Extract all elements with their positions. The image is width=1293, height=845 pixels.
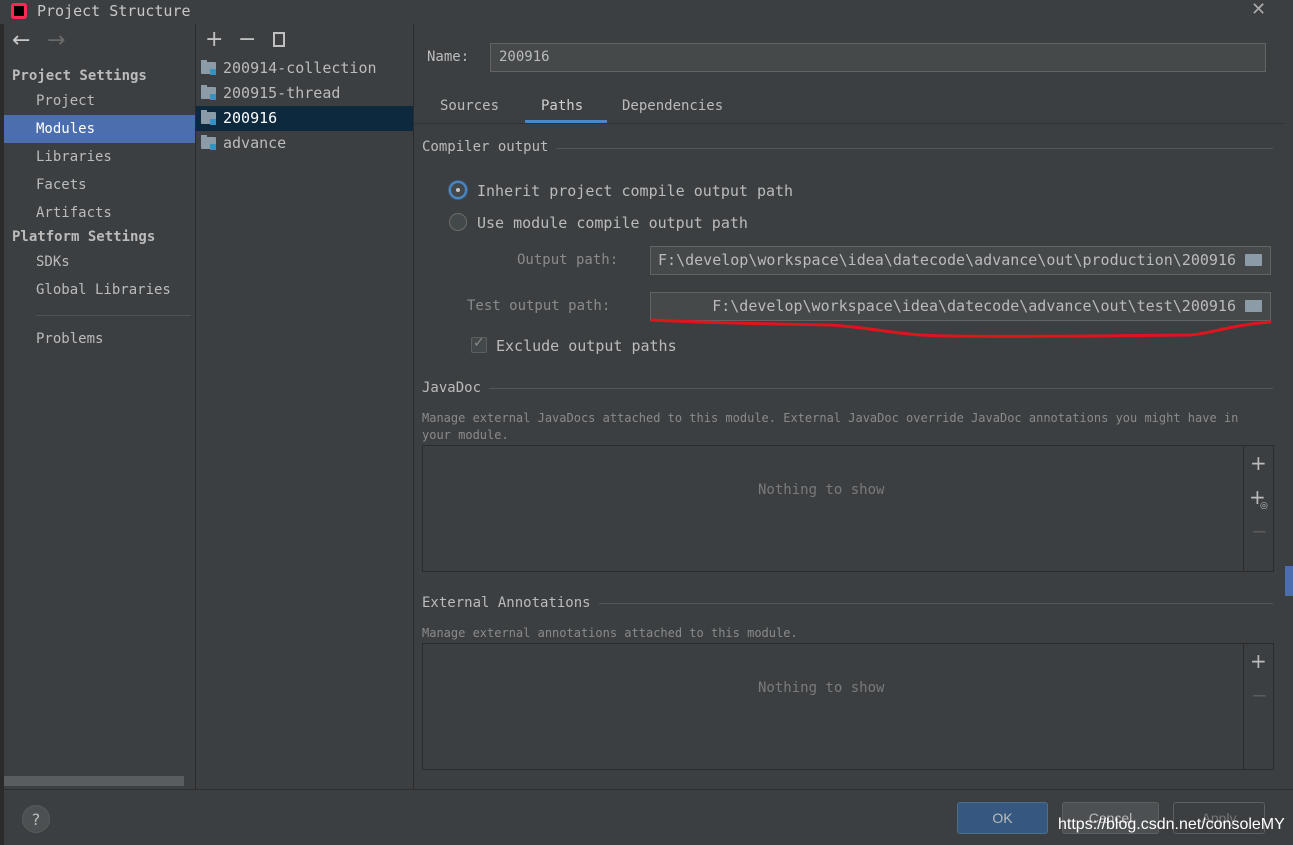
external-annotations-description: Manage external annotations attached to … <box>422 626 798 640</box>
remove-javadoc-button[interactable]: − <box>1251 521 1268 541</box>
annotations-toolbar-divider <box>1243 644 1244 769</box>
arrow-left-icon[interactable]: ← <box>12 28 30 53</box>
tab-bar-border <box>414 123 1284 124</box>
javadoc-title: JavaDoc <box>422 380 490 396</box>
javadoc-separator <box>422 388 1273 389</box>
close-icon[interactable]: ✕ <box>1251 0 1266 20</box>
remove-annotation-button[interactable]: − <box>1251 685 1268 705</box>
tab-dependencies[interactable]: Dependencies <box>622 98 723 124</box>
nav-item-artifacts[interactable]: Artifacts <box>4 199 195 227</box>
arrow-right-icon[interactable]: → <box>47 28 65 53</box>
output-path-label: Output path: <box>517 252 619 268</box>
module-folder-icon <box>201 110 216 125</box>
active-tab-indicator <box>525 120 607 123</box>
module-label: advance <box>223 134 287 152</box>
nav-item-project[interactable]: Project <box>4 87 195 115</box>
module-item[interactable]: 200915-thread <box>196 81 413 106</box>
module-label: 200915-thread <box>223 84 341 102</box>
right-edge-marker <box>1285 566 1293 596</box>
javadoc-table[interactable] <box>422 445 1274 572</box>
nav-item-facets[interactable]: Facets <box>4 171 195 199</box>
javadoc-empty-text: Nothing to show <box>758 482 885 498</box>
add-module-button[interactable]: + <box>205 28 223 52</box>
intellij-logo-icon <box>11 3 27 19</box>
nav-divider <box>36 315 191 316</box>
test-output-path-label: Test output path: <box>467 298 611 314</box>
add-javadoc-url-button[interactable]: + ◎ <box>1249 487 1268 511</box>
add-javadoc-button[interactable]: + <box>1250 453 1267 473</box>
browse-folder-icon[interactable] <box>1245 300 1262 312</box>
output-path-field[interactable]: F:\develop\workspace\idea\datecode\advan… <box>650 246 1271 275</box>
external-annotations-table[interactable] <box>422 643 1274 770</box>
browse-folder-icon[interactable] <box>1245 254 1262 266</box>
name-label: Name: <box>427 49 470 65</box>
module-label: 200914-collection <box>223 59 377 77</box>
project-settings-heading: Project Settings <box>12 68 147 84</box>
use-module-output-radio[interactable] <box>449 213 467 231</box>
nav-item-problems[interactable]: Problems <box>4 325 195 353</box>
ok-button[interactable]: OK <box>957 802 1048 834</box>
module-item[interactable]: advance <box>196 131 413 156</box>
annotations-empty-text: Nothing to show <box>758 680 885 696</box>
help-button[interactable]: ? <box>22 805 50 833</box>
module-item[interactable]: 200914-collection <box>196 56 413 81</box>
module-name-input[interactable]: 200916 <box>490 43 1266 72</box>
module-item-selected[interactable]: 200916 <box>196 106 413 131</box>
external-annotations-title: External Annotations <box>422 595 599 611</box>
nav-item-global-libraries[interactable]: Global Libraries <box>4 276 195 304</box>
module-folder-icon <box>201 85 216 100</box>
module-folder-icon <box>201 135 216 150</box>
nav-item-libraries[interactable]: Libraries <box>4 143 195 171</box>
module-splitter[interactable] <box>413 24 414 789</box>
compiler-output-title: Compiler output <box>422 139 557 155</box>
inherit-output-radio[interactable] <box>449 181 467 199</box>
watermark: https://blog.csdn.net/consoleMY <box>1058 816 1285 833</box>
module-label: 200916 <box>223 109 278 127</box>
javadoc-description: Manage external JavaDocs attached to thi… <box>422 411 1239 442</box>
module-folder-icon <box>201 60 216 75</box>
red-annotation-stroke <box>650 318 1272 338</box>
nav-horizontal-scrollbar[interactable] <box>4 776 184 786</box>
platform-settings-heading: Platform Settings <box>12 229 156 245</box>
javadoc-toolbar-divider <box>1243 446 1244 571</box>
tab-sources[interactable]: Sources <box>440 98 499 124</box>
globe-icon: ◎ <box>1260 501 1268 511</box>
title-bar: Project Structure ✕ <box>0 0 1293 24</box>
red-annotation-underline <box>650 318 1272 338</box>
window-title: Project Structure <box>37 2 191 20</box>
add-annotation-button[interactable]: + <box>1250 651 1267 671</box>
remove-module-button[interactable]: − <box>238 28 256 52</box>
inherit-output-label[interactable]: Inherit project compile output path <box>477 182 793 200</box>
nav-item-sdks[interactable]: SDKs <box>4 248 195 276</box>
exclude-output-label[interactable]: Exclude output paths <box>496 337 677 355</box>
copy-icon[interactable] <box>273 32 285 47</box>
output-path-value: F:\develop\workspace\idea\datecode\advan… <box>658 251 1236 269</box>
nav-item-modules[interactable]: Modules <box>4 115 195 143</box>
exclude-output-checkbox[interactable] <box>471 335 487 353</box>
use-module-output-label[interactable]: Use module compile output path <box>477 214 748 232</box>
right-edge <box>1284 24 1293 789</box>
footer-separator <box>4 789 1293 790</box>
